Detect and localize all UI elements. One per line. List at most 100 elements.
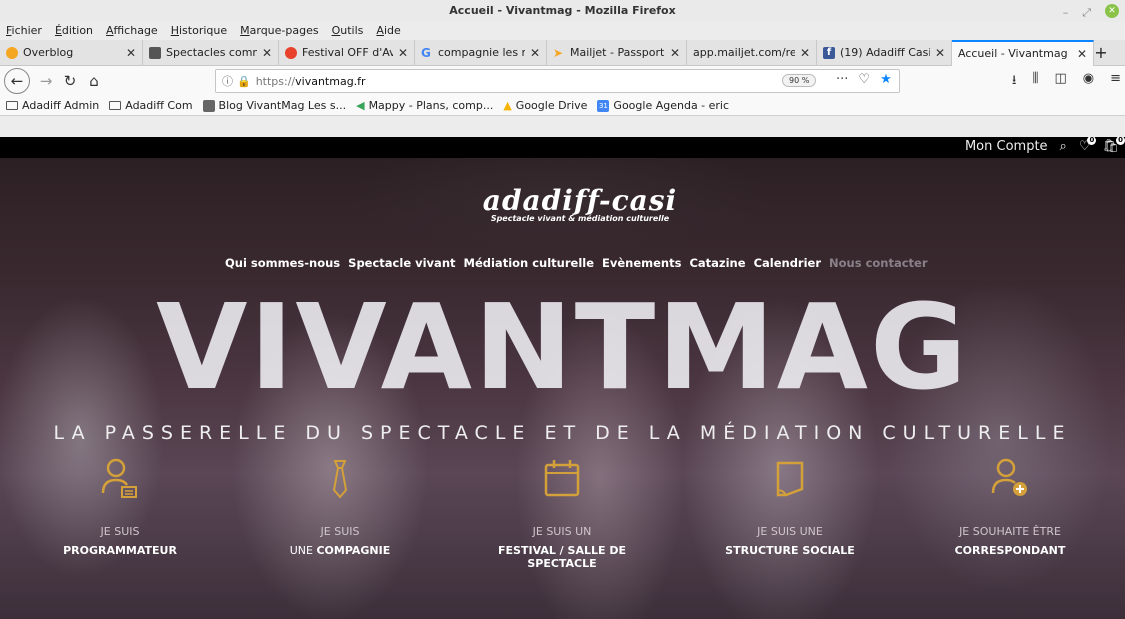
menu-aide[interactable]: Aide — [376, 22, 400, 40]
nav-catazine[interactable]: Catazine — [689, 256, 745, 270]
new-tab-icon[interactable]: + — [1094, 40, 1108, 65]
tab-spectacles[interactable]: Spectacles comme ✕ — [143, 40, 279, 66]
bookmark-google-drive[interactable]: ▲ Google Drive — [503, 99, 587, 112]
profile-pre: JE SOUHAITE ÊTRE — [959, 525, 1061, 538]
tab-mailjet-app[interactable]: app.mailjet.com/resou ✕ — [687, 40, 817, 66]
vivantmag-icon — [202, 99, 215, 112]
bookmark-adadiff-admin[interactable]: Adadiff Admin — [6, 99, 99, 112]
menu-fichier[interactable]: Fichier — [6, 22, 42, 40]
wishlist-icon[interactable]: ♡ 0 — [1079, 137, 1097, 154]
maximize-icon[interactable]: ⤢ — [1082, 2, 1091, 24]
profile-correspondant[interactable]: JE SOUHAITE ÊTRE CORRESPONDANT — [910, 455, 1110, 557]
profile-festival[interactable]: JE SUIS UN FESTIVAL / SALLE DE SPECTACLE — [462, 455, 662, 570]
menu-edition[interactable]: Édition — [55, 22, 93, 40]
reload-icon[interactable]: ↻ — [58, 69, 82, 93]
bookmark-label: Google Agenda - eric — [613, 99, 730, 112]
tab-facebook[interactable]: f (19) Adadiff Casi V ✕ — [817, 40, 952, 66]
bookmark-mappy[interactable]: ◀ Mappy - Plans, comp... — [356, 99, 493, 112]
bookmark-star-icon[interactable]: ★ — [880, 72, 892, 87]
google-calendar-icon: 31 — [597, 99, 610, 112]
mailjet-icon: ➤ — [553, 46, 564, 60]
back-arrow-icon[interactable]: ← — [4, 68, 30, 94]
info-icon[interactable]: ⓘ — [222, 73, 233, 89]
google-icon: G — [421, 46, 431, 60]
bookmark-label: Blog VivantMag Les s... — [218, 99, 347, 112]
forward-arrow-icon[interactable]: → — [34, 69, 58, 93]
profile-programmateur[interactable]: JE SUIS PROGRAMMATEUR — [20, 455, 220, 557]
bookmarks-bar: Adadiff Admin Adadiff Com Blog VivantMag… — [0, 96, 1125, 116]
nav-evenements[interactable]: Evènements — [602, 256, 681, 270]
menu-hamburger-icon[interactable]: ≡ — [1110, 71, 1121, 93]
close-window-icon[interactable]: ✕ — [1105, 4, 1119, 18]
pocket-icon[interactable]: ♡ — [858, 72, 870, 87]
logo-name: adadiff-casi — [482, 184, 678, 217]
profile-name: FESTIVAL / SALLE DE SPECTACLE — [498, 544, 626, 570]
insecure-lock-icon[interactable]: 🔒 — [237, 75, 251, 88]
add-user-icon — [910, 455, 1110, 503]
profile-name: STRUCTURE SOCIALE — [725, 544, 855, 557]
page-content: Mon Compte ⌕ ♡ 0 🛍 0 adadiff-casi Spectacl… — [0, 137, 1125, 619]
bookmark-label: Mappy - Plans, comp... — [368, 99, 494, 112]
tab-festival-off[interactable]: Festival OFF d'Avig ✕ — [279, 40, 415, 66]
close-tab-icon[interactable]: ✕ — [670, 40, 680, 66]
nav-calendrier[interactable]: Calendrier — [754, 256, 821, 270]
profile-pre: JE SUIS — [320, 525, 360, 538]
nav-nous-contacter[interactable]: Nous contacter — [829, 256, 928, 270]
wishlist-count: 0 — [1087, 137, 1097, 145]
tab-label: (19) Adadiff Casi V — [840, 46, 930, 59]
calendar-icon — [462, 455, 662, 503]
minimize-icon[interactable]: – — [1063, 2, 1069, 24]
site-logo[interactable]: adadiff-casi Spectacle vivant & médiatio… — [455, 184, 705, 223]
close-tab-icon[interactable]: ✕ — [800, 40, 810, 66]
close-tab-icon[interactable]: ✕ — [1077, 42, 1087, 66]
close-tab-icon[interactable]: ✕ — [935, 40, 945, 66]
home-icon[interactable]: ⌂ — [82, 69, 106, 93]
account-bar: Mon Compte ⌕ ♡ 0 🛍 0 — [0, 137, 1125, 158]
profile-pre: JE SUIS UNE — [757, 525, 823, 538]
tab-label: Overblog — [23, 46, 74, 59]
library-icon[interactable]: ⫼ — [1032, 71, 1038, 93]
tab-vivantmag-active[interactable]: Accueil - Vivantmag ✕ — [952, 40, 1094, 66]
menu-marque-pages[interactable]: Marque-pages — [240, 22, 318, 40]
menu-affichage[interactable]: Affichage — [106, 22, 158, 40]
programmer-user-icon — [20, 455, 220, 503]
account-icon[interactable]: ◉ — [1083, 71, 1094, 93]
cart-icon[interactable]: 🛍 0 — [1102, 137, 1125, 154]
window-title: Accueil - Vivantmag - Mozilla Firefox — [449, 4, 676, 17]
facebook-icon: f — [823, 47, 835, 59]
tie-icon — [240, 455, 440, 503]
close-tab-icon[interactable]: ✕ — [398, 40, 408, 66]
profile-pre: JE SUIS — [100, 525, 140, 538]
bookmark-google-agenda[interactable]: 31 Google Agenda - eric — [597, 99, 729, 112]
search-icon[interactable]: ⌕ — [1060, 139, 1067, 154]
zoom-badge[interactable]: 90 % — [782, 74, 817, 87]
sidebar-icon[interactable]: ◫ — [1054, 71, 1066, 93]
url-host: vivantmag.fr — [295, 74, 366, 88]
downloads-icon[interactable]: ⭳ — [1012, 71, 1017, 93]
profile-structure-sociale[interactable]: JE SUIS UNE STRUCTURE SOCIALE — [690, 455, 890, 557]
url-actions: ··· ♡ ★ — [836, 72, 892, 87]
close-tab-icon[interactable]: ✕ — [530, 40, 540, 66]
menu-historique[interactable]: Historique — [171, 22, 227, 40]
close-tab-icon[interactable]: ✕ — [126, 40, 136, 66]
nav-qui-sommes-nous[interactable]: Qui sommes-nous — [225, 256, 340, 270]
tab-label: Spectacles comme — [166, 46, 257, 59]
bookmark-label: Google Drive — [515, 99, 588, 112]
toolbar-right: ⭳ ⫼ ◫ ◉ ≡ — [1012, 71, 1121, 93]
bookmark-blog-vivantmag[interactable]: Blog VivantMag Les s... — [202, 99, 347, 112]
url-bar[interactable]: ⓘ 🔒 https://vivantmag.fr 90 % ··· ♡ ★ — [215, 69, 900, 93]
bookmark-adadiff-com[interactable]: Adadiff Com — [109, 99, 193, 112]
tab-mailjet[interactable]: ➤ Mailjet - Passport ✕ — [547, 40, 687, 66]
menu-outils[interactable]: Outils — [332, 22, 364, 40]
account-link[interactable]: Mon Compte — [965, 139, 1048, 154]
nav-mediation-culturelle[interactable]: Médiation culturelle — [464, 256, 595, 270]
tab-overblog[interactable]: Overblog ✕ — [0, 40, 143, 66]
profile-name: CORRESPONDANT — [954, 544, 1066, 557]
nav-spectacle-vivant[interactable]: Spectacle vivant — [348, 256, 455, 270]
tab-label: Accueil - Vivantmag — [958, 47, 1068, 60]
profile-compagnie[interactable]: JE SUIS UNE COMPAGNIE — [240, 455, 440, 557]
page-actions-icon[interactable]: ··· — [836, 72, 848, 87]
tab-google[interactable]: G compagnie les rus ✕ — [415, 40, 547, 66]
folder-icon — [6, 101, 18, 110]
close-tab-icon[interactable]: ✕ — [262, 40, 272, 66]
